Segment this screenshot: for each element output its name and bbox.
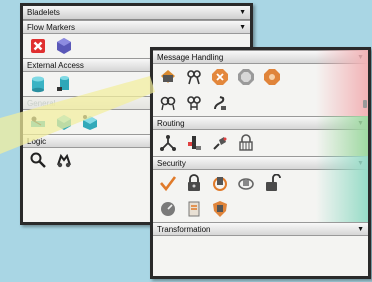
collapse-arrow-icon[interactable]: ▼ [357, 54, 364, 61]
splitter-icon[interactable] [263, 68, 281, 86]
section-label: External Access [27, 60, 84, 70]
open-lock-icon[interactable] [263, 174, 281, 192]
section-label: General [27, 98, 56, 108]
database-icon[interactable] [55, 75, 73, 93]
gauge-icon[interactable] [159, 200, 177, 218]
section-header-transformation[interactable]: Transformation ▼ [153, 222, 368, 236]
security-row-1 [153, 170, 368, 196]
connector-icon[interactable] [29, 113, 47, 131]
scroll-icon[interactable] [185, 200, 203, 218]
padlock-grid-icon[interactable] [237, 134, 255, 152]
section-label: Security [157, 158, 186, 168]
branch-icon[interactable] [185, 68, 203, 86]
routing-group: Routing ▼ [153, 116, 368, 156]
cylinder-icon[interactable] [29, 75, 47, 93]
message-handling-row-1 [153, 64, 368, 90]
section-label: Logic [27, 136, 47, 146]
octagon-icon[interactable] [237, 68, 255, 86]
section-label: Routing [157, 118, 185, 128]
rings-icon[interactable] [159, 94, 177, 112]
cube-alt-icon[interactable] [81, 113, 99, 131]
lock-shield-icon[interactable] [211, 174, 229, 192]
message-handling-group: Message Handling ▼ [153, 50, 368, 116]
paint-bucket-icon[interactable] [211, 134, 229, 152]
check-icon[interactable] [159, 174, 177, 192]
cube-icon[interactable] [55, 113, 73, 131]
section-header-message-handling[interactable]: Message Handling ▼ [153, 50, 368, 64]
envelope-icon[interactable] [159, 68, 177, 86]
section-header-flow-markers[interactable]: Flow Markers ▼ [23, 20, 250, 34]
panel-title: Bladelets [27, 8, 60, 17]
dropdown-arrow-icon[interactable]: ▼ [239, 9, 246, 16]
fork-icon[interactable] [159, 134, 177, 152]
section-label: Transformation [157, 224, 211, 234]
lock-icon[interactable] [185, 174, 203, 192]
collapse-arrow-icon[interactable]: ▼ [357, 160, 364, 167]
section-header-routing[interactable]: Routing ▼ [153, 116, 368, 130]
routing-row [153, 130, 368, 156]
message-handling-row-2 [153, 90, 368, 116]
stop-icon[interactable] [29, 37, 47, 55]
section-header-security[interactable]: Security ▼ [153, 156, 368, 170]
security-row-2 [153, 196, 368, 222]
palette-panel: Message Handling ▼ Routing ▼ Security ▼ … [150, 47, 371, 279]
magnifier-icon[interactable] [29, 151, 47, 169]
hexagon-icon[interactable] [55, 37, 73, 55]
collapse-arrow-icon[interactable]: ▼ [239, 24, 246, 31]
stop-sign-icon[interactable] [211, 68, 229, 86]
lock-key-icon[interactable] [237, 174, 255, 192]
collapse-arrow-icon[interactable]: ▼ [357, 120, 364, 127]
collapse-arrow-icon[interactable]: ▼ [357, 226, 364, 233]
ribbon-icon[interactable] [211, 94, 229, 112]
binoculars-icon[interactable] [55, 151, 73, 169]
shield-icon[interactable] [211, 200, 229, 218]
branch-alt-icon[interactable] [185, 94, 203, 112]
security-group: Security ▼ [153, 156, 368, 222]
panel-title-bar[interactable]: Bladelets ▼ [23, 6, 250, 20]
scroll-handle[interactable] [363, 100, 367, 108]
router-icon[interactable] [185, 134, 203, 152]
section-label: Flow Markers [27, 22, 76, 32]
section-label: Message Handling [157, 52, 224, 62]
